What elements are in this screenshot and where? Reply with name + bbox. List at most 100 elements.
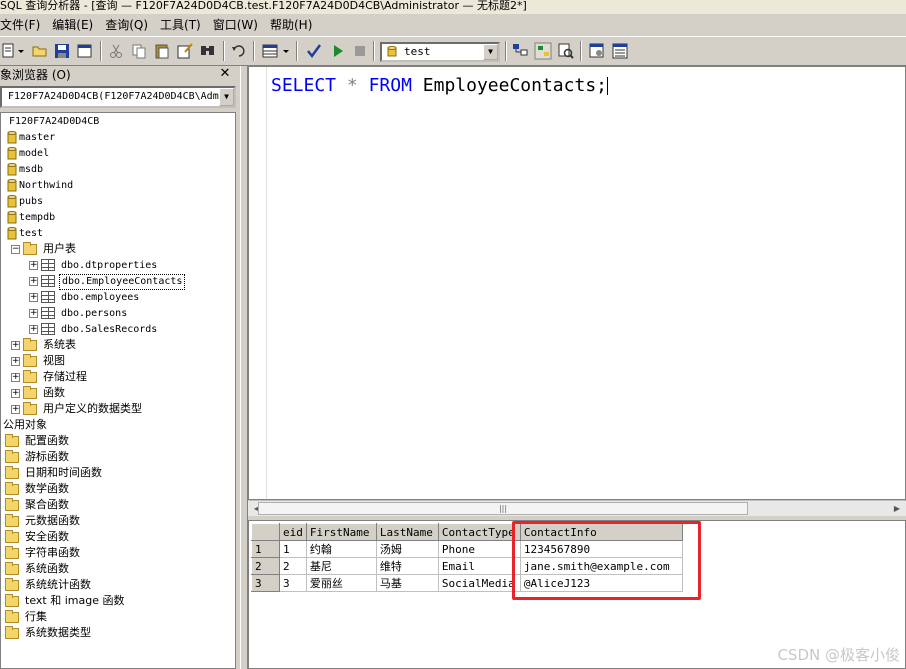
common-item-metadata-functions[interactable]: 元数据函数 [5,513,82,529]
menu-window[interactable]: 窗口(W) [209,16,262,34]
column-header-lastname[interactable]: LastName [375,523,439,541]
common-item-math-functions[interactable]: 数学函数 [5,481,71,497]
common-item-rowsets[interactable]: 行集 [5,609,49,625]
cell-contactinfo[interactable]: jane.smith@example.com [519,557,683,575]
cut-icon[interactable] [107,42,125,60]
expand-icon[interactable]: + [29,308,38,318]
close-icon[interactable]: ✕ [218,67,232,81]
common-item-aggregate-functions[interactable]: 聚合函数 [5,497,71,513]
common-objects-node[interactable]: 公用对象 [1,417,49,433]
copy-icon[interactable] [130,42,148,60]
expand-icon[interactable]: + [29,260,38,270]
properties-icon[interactable] [611,42,629,60]
db-node-master[interactable]: master [7,129,57,145]
table-row[interactable]: 1 1 约翰 汤姆 Phone 1234567890 [251,540,683,558]
expand-icon[interactable]: + [11,356,20,366]
menu-file[interactable]: 文件(F) [0,16,44,34]
find-icon[interactable] [199,42,217,60]
parse-icon[interactable] [305,42,323,60]
cell-eid[interactable]: 3 [279,574,307,592]
scrollbar-thumb[interactable]: ||| [258,502,748,515]
row-number[interactable]: 2 [251,557,280,575]
editor-horizontal-scrollbar[interactable]: ◀ ||| ▶ [248,500,906,516]
common-item-security-functions[interactable]: 安全函数 [5,529,71,545]
db-node-northwind[interactable]: Northwind [7,177,75,193]
save-icon[interactable] [53,42,71,60]
common-item-system-functions[interactable]: 系统函数 [5,561,71,577]
column-header-contactinfo[interactable]: ContactInfo [519,523,683,541]
scroll-right-icon[interactable]: ▶ [890,501,904,516]
expand-icon[interactable]: + [29,292,38,302]
cell-firstname[interactable]: 约翰 [305,540,377,558]
db-node-model[interactable]: model [7,145,51,161]
server-node[interactable]: F120F7A24D0D4CB [7,113,101,129]
collapse-icon[interactable]: − [11,244,20,254]
cell-contacttype[interactable]: SocialMedia [437,574,521,592]
folder-views[interactable]: + 视图 [11,353,67,369]
new-query-dropdown-icon[interactable] [17,42,25,60]
folder-system-tables[interactable]: + 系统表 [11,337,78,353]
show-plan-icon[interactable] [557,42,575,60]
cell-firstname[interactable]: 基尼 [305,557,377,575]
object-search-icon[interactable] [534,42,552,60]
common-item-string-functions[interactable]: 字符串函数 [5,545,82,561]
new-query-icon[interactable] [0,42,18,60]
chevron-down-icon[interactable]: ▼ [219,88,234,106]
common-item-text-image-functions[interactable]: text 和 image 函数 [5,593,126,609]
table-row[interactable]: 3 3 爱丽丝 马基 SocialMedia @AliceJ123 [251,574,683,592]
vertical-splitter[interactable] [240,66,248,669]
common-item-system-statistical-functions[interactable]: 系统统计函数 [5,577,93,593]
common-item-configuration-functions[interactable]: 配置函数 [5,433,71,449]
menu-help[interactable]: 帮助(H) [266,16,316,34]
open-icon[interactable] [31,42,49,60]
database-select[interactable]: test ▼ [380,42,500,62]
menu-query[interactable]: 查询(Q) [101,16,152,34]
folder-functions[interactable]: + 函数 [11,385,67,401]
folder-stored-procedures[interactable]: + 存储过程 [11,369,89,385]
folder-user-tables[interactable]: − 用户表 [11,241,78,257]
row-number[interactable]: 1 [251,540,280,558]
db-node-msdb[interactable]: msdb [7,161,45,177]
cell-eid[interactable]: 1 [279,540,307,558]
folder-user-defined-types[interactable]: + 用户定义的数据类型 [11,401,144,417]
expand-icon[interactable]: + [11,372,20,382]
column-header-eid[interactable]: eid [279,523,307,541]
cell-firstname[interactable]: 爱丽丝 [305,574,377,592]
db-node-pubs[interactable]: pubs [7,193,45,209]
object-browser-icon[interactable] [511,42,529,60]
expand-icon[interactable]: + [11,404,20,414]
common-item-datetime-functions[interactable]: 日期和时间函数 [5,465,104,481]
query-editor[interactable]: SELECT * FROM EmployeeContacts; [248,66,906,500]
table-node-dtproperties[interactable]: + dbo.dtproperties [29,257,159,273]
stop-icon[interactable] [351,42,369,60]
table-node-persons[interactable]: + dbo.persons [29,305,129,321]
row-number[interactable]: 3 [251,574,280,592]
expand-icon[interactable]: + [11,388,20,398]
table-node-employeecontacts[interactable]: + dbo.EmployeeContacts [29,273,186,290]
cell-contacttype[interactable]: Email [437,557,521,575]
cell-contactinfo[interactable]: @AliceJ123 [519,574,683,592]
column-header-firstname[interactable]: FirstName [305,523,377,541]
options-icon[interactable] [588,42,606,60]
results-mode-dropdown-icon[interactable] [282,42,290,60]
db-node-test[interactable]: test [7,225,45,241]
expand-icon[interactable]: + [11,340,20,350]
paste-icon[interactable] [153,42,171,60]
common-item-system-data-types[interactable]: 系统数据类型 [5,625,93,641]
expand-icon[interactable]: + [29,276,38,286]
cell-contactinfo[interactable]: 1234567890 [519,540,683,558]
execute-icon[interactable] [329,42,347,60]
cell-contacttype[interactable]: Phone [437,540,521,558]
expand-icon[interactable]: + [29,324,38,334]
chevron-down-icon[interactable]: ▼ [483,44,498,60]
table-row[interactable]: 2 2 基尼 维特 Email jane.smith@example.com [251,557,683,575]
table-node-salesrecords[interactable]: + dbo.SalesRecords [29,321,159,337]
load-script-icon[interactable] [76,42,94,60]
sql-text[interactable]: SELECT * FROM EmployeeContacts; [271,75,608,96]
common-item-cursor-functions[interactable]: 游标函数 [5,449,71,465]
db-node-tempdb[interactable]: tempdb [7,209,57,225]
results-mode-icon[interactable] [261,42,279,60]
undo-icon[interactable] [230,42,248,60]
server-select[interactable]: F120F7A24D0D4CB(F120F7A24D0D4CB\Adm ▼ [0,86,236,108]
table-node-employees[interactable]: + dbo.employees [29,289,141,305]
